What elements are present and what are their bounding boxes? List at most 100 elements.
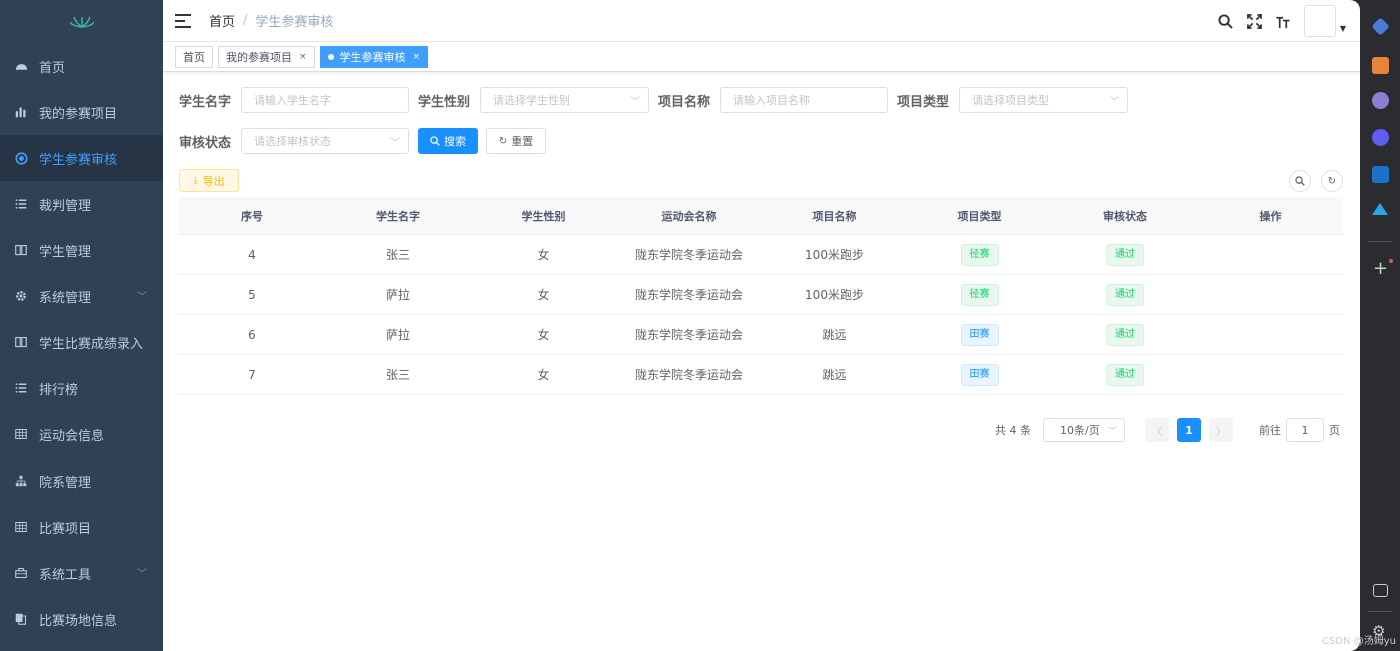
- table-cell: 通过: [1052, 283, 1198, 306]
- table-cell: 田赛: [907, 323, 1052, 346]
- send-icon[interactable]: [1372, 203, 1388, 215]
- jump-page-input[interactable]: 1: [1286, 418, 1324, 442]
- table-cell: 通过: [1052, 323, 1198, 346]
- copilot-icon[interactable]: [1372, 129, 1389, 146]
- tag-item[interactable]: 首页: [175, 45, 213, 68]
- browser-sidebar: + ⚙: [1360, 0, 1400, 651]
- download-icon: ⤓: [193, 175, 198, 186]
- project-type-badge: 径赛: [960, 243, 999, 266]
- sidebar-item[interactable]: 系统管理 ﹀: [0, 273, 163, 319]
- student-name-placeholder: 请输入学生名字: [254, 94, 332, 107]
- search-icon[interactable]: [1217, 13, 1234, 30]
- export-button[interactable]: ⤓ 导出: [179, 169, 239, 192]
- page-size-select[interactable]: 10条/页 ﹀: [1043, 418, 1125, 442]
- project-name-label: 项目名称: [658, 94, 711, 110]
- tag-label: 我的参赛项目: [226, 50, 292, 64]
- sidebar-item-label: 比赛场地信息: [39, 613, 118, 629]
- briefcase-icon[interactable]: [1372, 57, 1389, 74]
- page-size-value: 10条/页: [1060, 424, 1100, 437]
- close-icon[interactable]: ×: [413, 52, 421, 62]
- hamburger-icon[interactable]: [175, 13, 191, 28]
- chevron-down-icon: ﹀: [137, 292, 147, 303]
- table-cell: 6: [248, 327, 256, 342]
- book-icon: [14, 335, 28, 349]
- table-cell: 径赛: [907, 283, 1052, 306]
- project-type-badge: 田赛: [960, 323, 999, 346]
- table-cell: 萨拉: [385, 288, 410, 302]
- sidebar-item[interactable]: 首页: [0, 43, 163, 89]
- chevron-down-icon: ﹀: [630, 97, 641, 108]
- sidebar-item[interactable]: 裁判管理: [0, 181, 163, 227]
- audit-status-placeholder: 请选择审核状态: [254, 135, 332, 148]
- audit-status-label: 审核状态: [179, 135, 232, 151]
- column-header: 学生名字: [376, 209, 420, 223]
- main-content: 首页 / 学生参赛审核 ▼ 首页 我的参赛项目 × 学生参赛审核 × 学生名字 …: [163, 0, 1360, 651]
- breadcrumb-home[interactable]: 首页: [209, 11, 235, 30]
- project-type-select[interactable]: 请选择项目类型 ﹀: [959, 87, 1129, 113]
- screenshot-icon[interactable]: [1373, 584, 1388, 597]
- table-cell: 跳远: [822, 368, 847, 382]
- caret-down-icon[interactable]: ▼: [1340, 24, 1346, 33]
- sidebar-item[interactable]: 排行榜: [0, 365, 163, 411]
- search-form-row-2: 审核状态 请选择审核状态 ﹀ 搜索 ↻ 重置: [179, 128, 547, 154]
- refresh-button[interactable]: ↻: [1321, 170, 1343, 192]
- watermark: CSDN @汤姆yu: [1322, 636, 1396, 647]
- status-badge: 通过: [1106, 243, 1144, 266]
- column-header: 项目类型: [957, 209, 1002, 223]
- avatar[interactable]: [1303, 5, 1336, 37]
- sidebar-item[interactable]: 院系管理: [0, 458, 163, 504]
- table-cell: 100米跑步: [805, 248, 864, 262]
- gender-label: 学生性别: [418, 94, 471, 110]
- add-icon[interactable]: +: [1373, 258, 1388, 279]
- table-cell: 径赛: [907, 243, 1052, 266]
- navbar-right: ▼: [1217, 5, 1346, 37]
- sidebar-item[interactable]: 学生管理: [0, 227, 163, 273]
- next-page-button[interactable]: 〉: [1209, 418, 1233, 442]
- tag-item[interactable]: 我的参赛项目 ×: [218, 45, 315, 68]
- tags-view: 首页 我的参赛项目 × 学生参赛审核 ×: [163, 42, 1360, 72]
- table-cell: 陇东学院冬季运动会: [634, 328, 743, 342]
- table-cell: 女: [537, 368, 550, 382]
- table-row: 5 萨拉 女 陇东学院冬季运动会 100米跑步 径赛 通过: [179, 275, 1343, 315]
- sidebar-item[interactable]: 比赛项目: [0, 504, 163, 550]
- sidebar-item[interactable]: 学生比赛成绩录入: [0, 319, 163, 365]
- page-number-button[interactable]: 1: [1177, 418, 1201, 442]
- divider: [1368, 611, 1392, 612]
- reset-button[interactable]: ↻ 重置: [486, 128, 547, 154]
- audit-status-select[interactable]: 请选择审核状态 ﹀: [241, 128, 410, 154]
- breadcrumb-current: 学生参赛审核: [255, 15, 334, 30]
- search-icon: [1295, 176, 1305, 186]
- toggle-search-button[interactable]: [1289, 170, 1311, 192]
- games-icon[interactable]: [1372, 92, 1389, 109]
- sidebar-item[interactable]: 我的参赛项目: [0, 89, 163, 135]
- dashboard-icon: [14, 59, 28, 73]
- tag-item[interactable]: 学生参赛审核 ×: [319, 45, 429, 68]
- sidebar-item-label: 运动会信息: [39, 428, 105, 444]
- outlook-icon[interactable]: [1372, 166, 1389, 183]
- table-cell: 通过: [1052, 243, 1198, 266]
- sidebar-item[interactable]: 学生参赛审核: [0, 135, 163, 181]
- breadcrumb-separator: /: [243, 13, 248, 28]
- student-name-input[interactable]: 请输入学生名字: [241, 87, 410, 113]
- table-cell: 陇东学院冬季运动会: [634, 288, 743, 302]
- search-button[interactable]: 搜索: [418, 128, 479, 154]
- font-size-icon[interactable]: [1275, 13, 1292, 30]
- logo: [0, 0, 163, 42]
- project-name-placeholder: 请输入项目名称: [733, 94, 811, 107]
- fullscreen-icon[interactable]: [1246, 13, 1263, 30]
- toolbox-icon: [14, 566, 28, 580]
- jump-suffix: 页: [1329, 424, 1340, 437]
- sidebar-item[interactable]: 运动会信息: [0, 411, 163, 457]
- export-button-label: 导出: [202, 174, 225, 188]
- close-icon[interactable]: ×: [299, 52, 307, 62]
- table-icon: [14, 427, 28, 441]
- project-name-input[interactable]: 请输入项目名称: [720, 87, 889, 113]
- sidebar-item-label: 系统工具: [39, 567, 92, 583]
- pagination-total: 共 4 条: [995, 424, 1031, 437]
- gender-select[interactable]: 请选择学生性别 ﹀: [480, 87, 650, 113]
- table-row: 6 萨拉 女 陇东学院冬季运动会 跳远 田赛 通过: [179, 315, 1343, 355]
- tag-icon[interactable]: [1371, 17, 1390, 36]
- prev-page-button[interactable]: 〈: [1145, 418, 1169, 442]
- sidebar-item[interactable]: 系统工具 ﹀: [0, 550, 163, 596]
- sidebar-item[interactable]: 比赛场地信息: [0, 596, 163, 642]
